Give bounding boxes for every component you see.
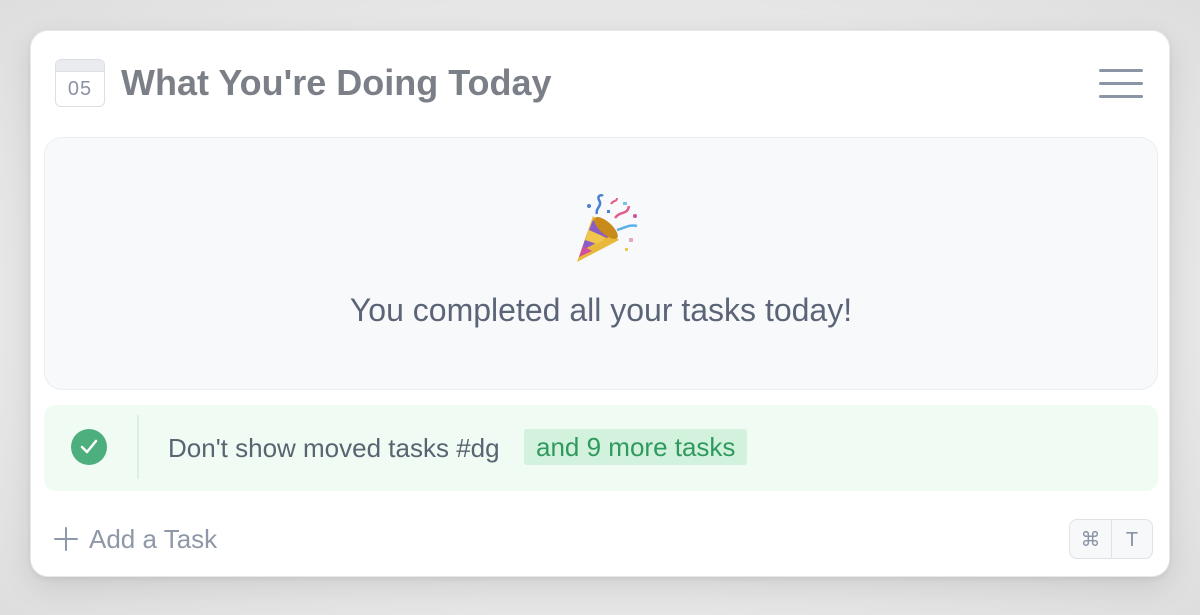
today-card: 05 What You're Doing Today You completed…: [30, 30, 1170, 577]
row-divider: [137, 415, 139, 479]
party-popper-icon: [577, 194, 638, 262]
hamburger-menu-icon[interactable]: [1099, 67, 1143, 101]
more-tasks-pill[interactable]: and 9 more tasks: [524, 429, 748, 465]
add-task-button[interactable]: Add a Task: [53, 519, 217, 559]
calendar-icon: 05: [55, 59, 105, 107]
calendar-day: 05: [67, 78, 93, 100]
add-task-label: Add a Task: [89, 524, 218, 554]
card-header: 05 What You're Doing Today: [31, 31, 1169, 136]
t-key: T: [1111, 519, 1153, 559]
plus-icon: [53, 526, 79, 552]
check-circle-icon[interactable]: [71, 429, 107, 465]
menu-line: [1099, 82, 1143, 85]
card-title: What You're Doing Today: [121, 62, 552, 103]
empty-state-message: You completed all your tasks today!: [349, 292, 853, 328]
menu-line: [1099, 95, 1143, 98]
menu-line: [1099, 69, 1143, 72]
command-key: ⌘: [1069, 519, 1111, 559]
completed-task-text: Don't show moved tasks #dg: [168, 433, 500, 463]
completed-tasks-row[interactable]: Don't show moved tasks #dg and 9 more ta…: [44, 405, 1158, 491]
calendar-icon-top: [56, 60, 104, 72]
empty-state-panel: You completed all your tasks today!: [44, 137, 1158, 390]
keyboard-shortcut-hint: ⌘ T: [1069, 519, 1153, 559]
